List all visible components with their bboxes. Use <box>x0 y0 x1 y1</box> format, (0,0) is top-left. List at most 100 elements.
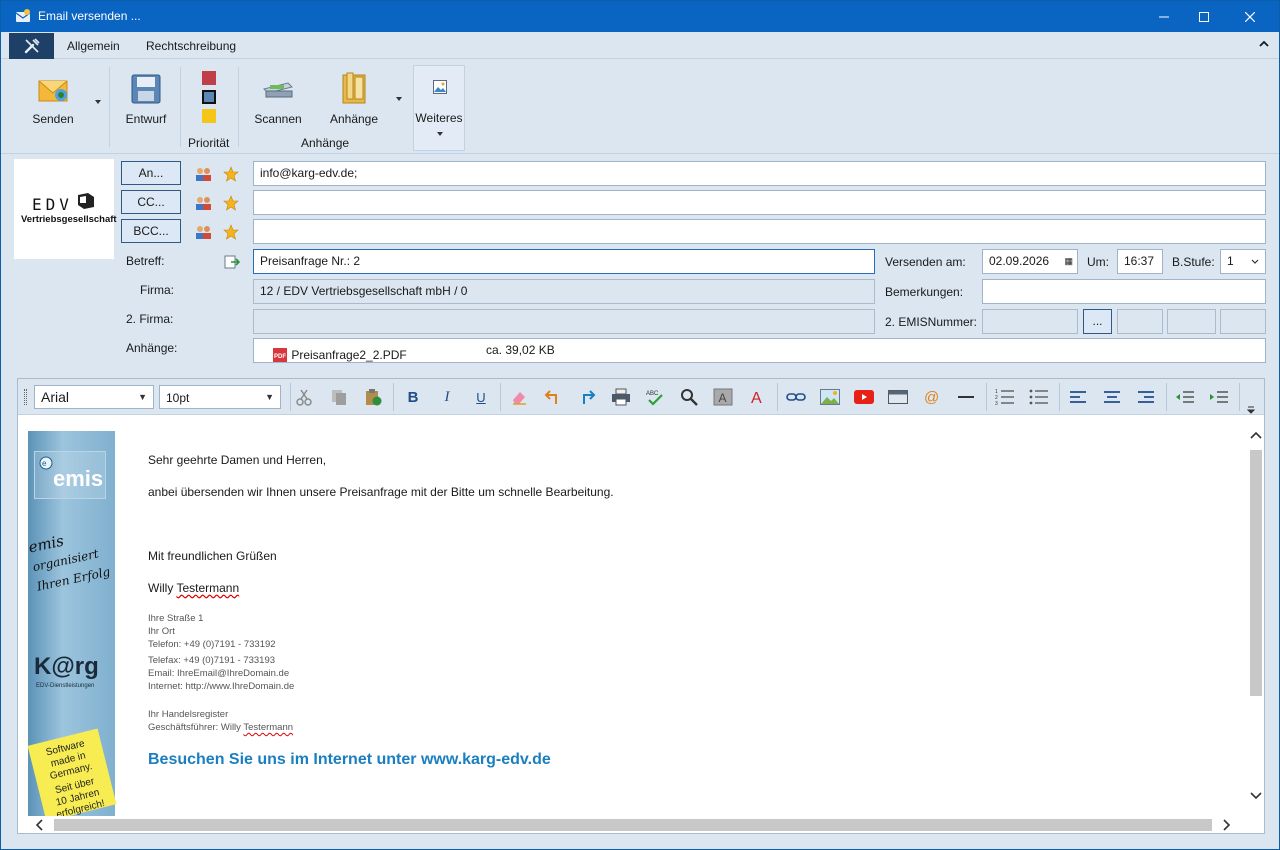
find-button[interactable] <box>678 387 700 407</box>
scan-button[interactable]: Scannen <box>251 71 305 131</box>
tab-rechtschreibung[interactable]: Rechtschreibung <box>146 39 236 53</box>
scroll-right-icon[interactable] <box>1220 817 1232 833</box>
collapse-ribbon-icon[interactable] <box>1259 40 1269 48</box>
editor-content[interactable]: emis e emis organisiert Ihren Erfolg K@r… <box>18 416 1248 816</box>
subject-label: Betreff: <box>126 254 165 268</box>
align-center-icon <box>1104 391 1120 403</box>
toolbar-separator <box>1059 383 1060 411</box>
insert-email-button[interactable]: @ <box>921 387 943 407</box>
emis-lookup-button[interactable]: ... <box>1083 309 1112 334</box>
subject-input[interactable]: Preisanfrage Nr.: 2 <box>253 249 875 274</box>
company-input: 12 / EDV Vertriebsgesellschaft mbH / 0 <box>253 279 875 304</box>
paste-button[interactable] <box>362 387 384 407</box>
toolbar-overflow[interactable] <box>1246 403 1256 417</box>
copy-button[interactable] <box>328 387 350 407</box>
toolbar-grip[interactable] <box>24 389 27 405</box>
cc-button[interactable]: CC... <box>121 190 181 214</box>
horizontal-scrollbar[interactable] <box>18 817 1248 833</box>
italic-button[interactable]: I <box>436 387 458 407</box>
file-tab[interactable] <box>9 33 54 59</box>
to-input[interactable]: info@karg-edv.de; <box>253 161 1266 186</box>
scroll-up-icon[interactable] <box>1248 430 1264 442</box>
send-date-input[interactable]: 02.09.2026 ▦ <box>982 249 1078 274</box>
insert-video-button[interactable] <box>853 387 875 407</box>
bold-button[interactable]: B <box>402 387 424 407</box>
signature-street: Ihre Straße 1 <box>148 613 204 624</box>
maximize-button[interactable] <box>1181 1 1227 32</box>
outdent-button[interactable] <box>1174 387 1196 407</box>
send-dropdown-arrow[interactable] <box>95 100 101 104</box>
insert-image-button[interactable] <box>819 387 841 407</box>
calendar-icon[interactable]: ▦ <box>1064 250 1073 273</box>
attachments-button[interactable]: Anhänge <box>327 71 381 131</box>
emis-number-input <box>982 309 1078 334</box>
priority-high[interactable] <box>202 71 216 85</box>
favorite-star-icon[interactable] <box>223 195 239 211</box>
align-right-button[interactable] <box>1135 387 1157 407</box>
bullet-list-button[interactable] <box>1028 387 1050 407</box>
to-button[interactable]: An... <box>121 161 181 185</box>
time-input[interactable]: 16:37 <box>1117 249 1163 274</box>
close-button[interactable] <box>1227 1 1273 32</box>
vertical-scrollbar[interactable] <box>1248 416 1264 816</box>
more-dropdown-arrow <box>437 132 443 136</box>
highlight-color-icon: A <box>713 388 733 406</box>
send-button[interactable]: Senden <box>27 71 79 131</box>
insert-table-button[interactable] <box>887 387 909 407</box>
font-family-select[interactable]: Arial ▼ <box>34 385 154 409</box>
indent-icon <box>1210 391 1228 403</box>
cc-input[interactable] <box>253 190 1266 215</box>
underline-button[interactable]: U <box>470 387 492 407</box>
align-center-button[interactable] <box>1101 387 1123 407</box>
spellcheck-button[interactable]: ABC <box>644 387 666 407</box>
contacts-icon[interactable] <box>194 166 212 182</box>
attachments-field-label: Anhänge: <box>126 341 178 355</box>
highlight-color-button[interactable]: A <box>712 387 734 407</box>
indent-button[interactable] <box>1208 387 1230 407</box>
clear-format-button[interactable] <box>508 387 530 407</box>
vertical-scroll-thumb[interactable] <box>1250 450 1262 696</box>
favorite-star-icon[interactable] <box>223 166 239 182</box>
email-closing: Mit freundlichen Grüßen <box>148 549 277 563</box>
insert-link-button[interactable] <box>785 387 807 407</box>
attachments-dropdown-arrow[interactable] <box>396 97 402 101</box>
at-sign-icon: @ <box>924 389 939 406</box>
insert-rule-button[interactable] <box>955 387 977 407</box>
more-button[interactable]: Weiteres <box>413 65 465 151</box>
scroll-down-icon[interactable] <box>1248 789 1264 801</box>
cut-button[interactable] <box>293 387 315 407</box>
print-button[interactable] <box>610 387 632 407</box>
banner-emis-text: emis <box>53 466 104 491</box>
banner-karg-sub: EDV-Dienstleistungen <box>36 683 95 689</box>
font-color-button[interactable]: A <box>746 387 768 407</box>
priority-low[interactable] <box>202 109 216 123</box>
remarks-input[interactable] <box>982 279 1266 304</box>
company2-label: 2. Firma: <box>126 312 174 326</box>
bcc-button[interactable]: BCC... <box>121 219 181 243</box>
font-size-select[interactable]: 10pt ▼ <box>159 385 281 409</box>
redo-button[interactable] <box>576 387 598 407</box>
scroll-left-icon[interactable] <box>34 817 46 833</box>
priority-normal[interactable] <box>202 90 216 104</box>
eraser-icon <box>513 392 526 405</box>
send-mail-icon <box>38 80 68 102</box>
level-select[interactable]: 1 <box>1220 249 1266 274</box>
priority-group-label: Priorität <box>188 136 230 150</box>
send-date-value: 02.09.2026 <box>989 254 1050 268</box>
contacts-icon[interactable] <box>194 224 212 240</box>
website-link[interactable]: Besuchen Sie uns im Internet unter www.k… <box>148 751 551 769</box>
tab-allgemein[interactable]: Allgemein <box>67 39 120 55</box>
youtube-icon <box>854 390 874 404</box>
favorite-star-icon[interactable] <box>223 224 239 240</box>
draft-button[interactable]: Entwurf <box>121 71 171 131</box>
align-left-button[interactable] <box>1067 387 1089 407</box>
contacts-icon[interactable] <box>194 195 212 211</box>
subject-template-icon[interactable] <box>224 254 240 270</box>
attachment-item[interactable]: PDF Preisanfrage2_2.PDF <box>272 344 407 362</box>
bcc-input[interactable] <box>253 219 1266 244</box>
horizontal-scroll-thumb[interactable] <box>54 819 1212 831</box>
numbered-list-button[interactable]: 123 <box>994 387 1016 407</box>
attachment-size: ca. 39,02 KB <box>486 343 555 357</box>
undo-button[interactable] <box>542 387 564 407</box>
emis-field-3 <box>1220 309 1266 334</box>
